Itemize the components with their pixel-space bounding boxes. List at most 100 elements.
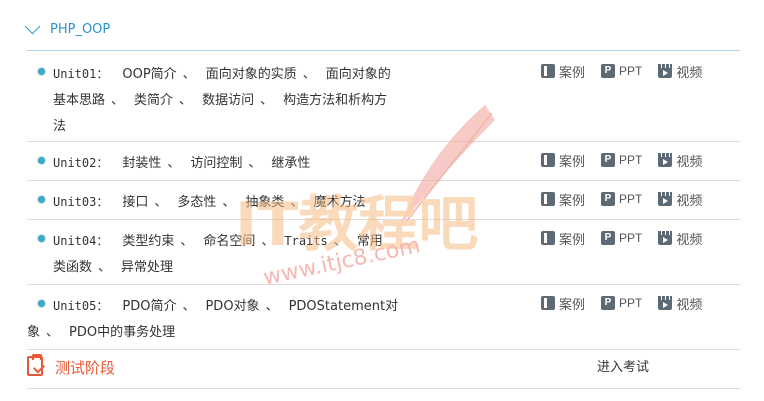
section-header-php-oop[interactable]: PHP_OOP [24, 18, 111, 37]
divider [27, 388, 740, 389]
separator: 、 [180, 234, 194, 249]
ppt-link[interactable]: P PPT [601, 64, 642, 78]
ppt-label: PPT [619, 296, 643, 310]
video-icon [658, 296, 673, 310]
case-label: 案例 [559, 65, 586, 81]
separator: 、 [290, 195, 304, 210]
resource-links: 案例 P PPT 视频 [541, 228, 702, 248]
topic[interactable]: 类简介 [134, 93, 173, 108]
ppt-link[interactable]: P PPT [601, 231, 642, 245]
ppt-link[interactable]: P PPT [601, 192, 642, 206]
ppt-label: PPT [619, 153, 643, 167]
section-title: PHP_OOP [50, 22, 111, 37]
chevron-down-icon [24, 18, 41, 35]
topic[interactable]: 封装性 [122, 156, 161, 171]
exam-row: 测试阶段 进入考试 [27, 354, 740, 382]
video-link[interactable]: 视频 [658, 151, 702, 170]
separator: 、 [222, 195, 236, 210]
bullet-dot-icon [37, 195, 46, 204]
ppt-icon: P [601, 192, 616, 206]
unit-label: Unit03： [53, 195, 109, 209]
topic[interactable]: 面向对象的实质 [206, 67, 297, 82]
video-link[interactable]: 视频 [658, 62, 702, 81]
video-link[interactable]: 视频 [658, 294, 702, 313]
separator: 、 [167, 156, 181, 171]
ppt-icon: P [601, 296, 616, 310]
unit-topics: Unit01： OOP简介、面向对象的实质、面向对象的基本思路、类简介、数据访问、… [53, 61, 399, 140]
topic[interactable]: PDO简介 [122, 299, 176, 314]
separator: 、 [98, 260, 112, 275]
book-icon [541, 231, 555, 245]
separator: 、 [260, 93, 274, 108]
topic[interactable]: 数据访问 [202, 93, 254, 108]
video-label: 视频 [676, 193, 703, 209]
video-icon [658, 231, 673, 245]
video-label: 视频 [676, 154, 703, 170]
unit-label: Unit01： [53, 67, 109, 81]
topic[interactable]: 多态性 [177, 195, 216, 210]
separator: 、 [46, 325, 60, 340]
topic[interactable]: 魔术方法 [313, 195, 365, 210]
topic[interactable]: 类型约束 [122, 234, 174, 249]
separator: 、 [248, 156, 262, 171]
unit-label: Unit02： [53, 156, 109, 170]
book-icon [541, 192, 555, 206]
case-link[interactable]: 案例 [541, 151, 585, 170]
case-label: 案例 [559, 193, 586, 209]
unit-row-02: Unit02： 封装性、访问控制、继承性 案例 P PPT 视频 [27, 150, 740, 176]
separator: 、 [182, 67, 196, 82]
enter-exam-button[interactable]: 进入考试 [597, 356, 649, 380]
topic[interactable]: 抽象类 [245, 195, 284, 210]
separator: 、 [182, 299, 196, 314]
case-link[interactable]: 案例 [541, 190, 585, 209]
topic[interactable]: 命名空间 [203, 234, 255, 249]
ppt-label: PPT [619, 192, 643, 206]
clipboard-check-icon [27, 354, 46, 376]
topic[interactable]: 异常处理 [121, 260, 173, 275]
topic[interactable]: 访问控制 [190, 156, 242, 171]
divider [27, 50, 740, 51]
video-link[interactable]: 视频 [658, 229, 702, 248]
topic[interactable]: 接口 [122, 195, 148, 210]
video-label: 视频 [676, 65, 703, 81]
book-icon [541, 296, 555, 310]
topic[interactable]: OOP简介 [122, 67, 176, 82]
book-icon [541, 64, 555, 78]
resource-links: 案例 P PPT 视频 [541, 150, 702, 170]
topic[interactable]: PDO中的事务处理 [69, 325, 175, 340]
topic[interactable]: Traits [284, 234, 327, 248]
separator: 、 [261, 234, 275, 249]
ppt-link[interactable]: P PPT [601, 153, 642, 167]
separator: 、 [111, 93, 125, 108]
bullet-dot-icon [37, 234, 46, 243]
unit-topics: Unit05： PDO简介、 PDO对象、 PDOStatement对象、 PDO中的事… [27, 293, 399, 346]
resource-links: 案例 P PPT 视频 [541, 61, 702, 81]
bullet-dot-icon [37, 67, 46, 76]
book-icon [541, 153, 555, 167]
ppt-label: PPT [619, 231, 643, 245]
unit-row-05: Unit05： PDO简介、 PDO对象、 PDOStatement对象、 PDO中的事… [27, 293, 740, 345]
case-link[interactable]: 案例 [541, 294, 585, 313]
unit-row-03: Unit03： 接口、多态性、抽象类、魔术方法 案例 P PPT 视频 [27, 189, 740, 215]
ppt-icon: P [601, 64, 616, 78]
ppt-link[interactable]: P PPT [601, 296, 642, 310]
video-label: 视频 [676, 297, 703, 313]
ppt-icon: P [601, 231, 616, 245]
video-icon [658, 64, 673, 78]
video-link[interactable]: 视频 [658, 190, 702, 209]
separator: 、 [302, 67, 316, 82]
case-label: 案例 [559, 232, 586, 248]
case-link[interactable]: 案例 [541, 229, 585, 248]
resource-links: 案例 P PPT 视频 [541, 293, 702, 313]
divider [27, 219, 740, 220]
unit-row-01: Unit01： OOP简介、面向对象的实质、面向对象的基本思路、类简介、数据访问、… [27, 61, 740, 139]
divider [27, 180, 740, 181]
topic[interactable]: PDO对象 [205, 299, 259, 314]
topic[interactable]: 继承性 [271, 156, 310, 171]
video-icon [658, 192, 673, 206]
divider [27, 349, 740, 350]
divider [27, 284, 740, 285]
case-label: 案例 [559, 297, 586, 313]
separator: 、 [154, 195, 168, 210]
case-link[interactable]: 案例 [541, 62, 585, 81]
